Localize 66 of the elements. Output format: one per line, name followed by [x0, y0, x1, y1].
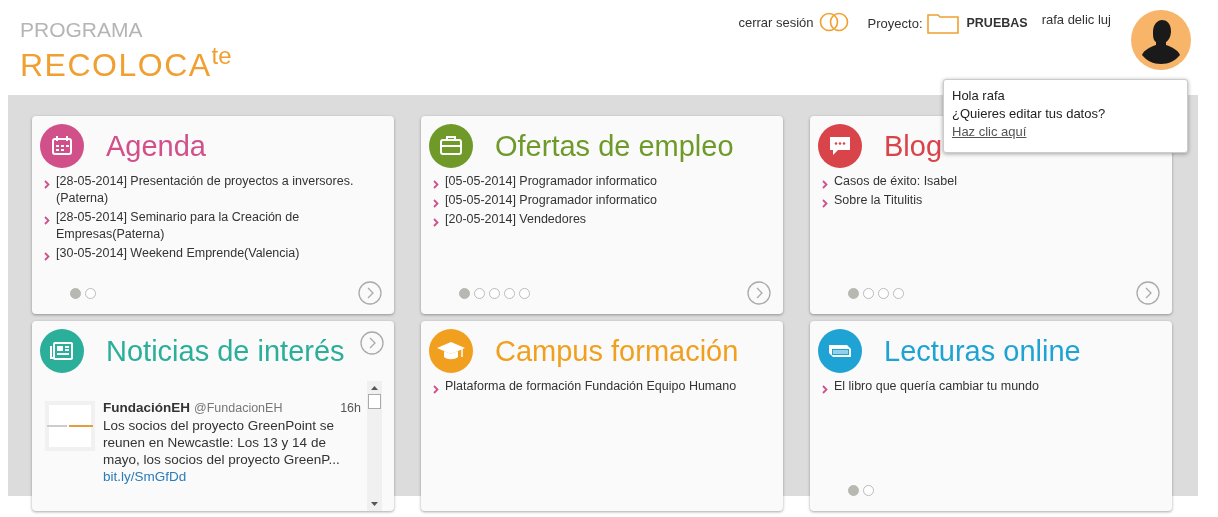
logout-link[interactable]: cerrar sesión: [738, 14, 814, 30]
scrollbar[interactable]: [367, 381, 382, 511]
project-label: Proyecto:: [867, 15, 923, 31]
book-icon: [818, 329, 862, 373]
list-link[interactable]: Sobre la Titulitis: [834, 192, 923, 209]
list-link[interactable]: [20-05-2014] Vendedores: [445, 211, 587, 228]
page-dot[interactable]: [848, 484, 859, 496]
greeting-text: Hola rafa: [952, 88, 1006, 103]
page-dot[interactable]: [504, 287, 515, 299]
list-link[interactable]: [05-05-2014] Programador informatico: [445, 173, 657, 190]
chevron-icon: [44, 252, 50, 261]
next-button[interactable]: [360, 331, 384, 355]
chevron-icon: [822, 180, 828, 189]
tweet-text: Los socios del proyecto GreenPoint se reunen en Newcastle: Los 13 y 14 de mayo, los socios del proyecto GreenP...: [103, 417, 341, 468]
page-dot[interactable]: [474, 287, 485, 299]
chevron-icon: [433, 218, 439, 227]
list-link[interactable]: El libro que quería cambiar tu mundo: [834, 378, 1039, 395]
list-link[interactable]: [28-05-2014] Seminario para la Creación de Empresas(Paterna): [56, 209, 384, 243]
chevron-icon: [822, 199, 828, 208]
chevron-icon: [44, 216, 50, 225]
next-button[interactable]: [1136, 281, 1160, 305]
toggle-icon: [817, 12, 850, 32]
user-name: rafa delic luj: [1041, 12, 1111, 27]
logo-text: PROGRAMA: [20, 20, 144, 40]
edit-link[interactable]: Haz clic aquí: [952, 124, 1027, 139]
newspaper-icon: [40, 329, 84, 373]
tweet-handle: @FundacionEH: [194, 400, 283, 417]
list-link[interactable]: [05-05-2014] Programador informatico: [445, 192, 657, 209]
chevron-icon: [433, 199, 439, 208]
card-title[interactable]: Agenda: [106, 129, 206, 163]
page-dot[interactable]: [519, 287, 530, 299]
avatar-icon[interactable]: [1131, 10, 1191, 70]
graduation-cap-icon: [429, 329, 473, 373]
page-dot[interactable]: [893, 287, 904, 299]
folder-icon: [926, 12, 959, 34]
speech-bubble-icon: [818, 124, 862, 168]
chevron-icon: [44, 180, 50, 189]
next-button[interactable]: [747, 281, 771, 305]
list-link[interactable]: Plataforma de formación Fundación Equipo Humano: [445, 378, 737, 395]
page-dot[interactable]: [85, 287, 96, 299]
tweet-link[interactable]: bit.ly/SmGfDd: [103, 468, 361, 485]
scroll-down-icon[interactable]: [371, 502, 378, 507]
list-link[interactable]: [28-05-2014] Presentación de proyectos a inversores. (Paterna): [56, 173, 384, 207]
project-name: PRUEBAS: [966, 16, 1028, 30]
next-button[interactable]: [358, 281, 382, 305]
chevron-icon: [822, 385, 828, 394]
scroll-thumb[interactable]: [368, 394, 381, 409]
chevron-icon: [433, 180, 439, 189]
tweet-time: 16h: [340, 400, 361, 417]
calendar-icon: [40, 124, 84, 168]
scroll-up-icon[interactable]: [371, 385, 378, 390]
list-link[interactable]: [30-05-2014] Weekend Emprende(Valencia): [56, 245, 300, 262]
page-dot[interactable]: [459, 287, 470, 299]
page-dot[interactable]: [70, 287, 81, 299]
list-link[interactable]: Casos de éxito: Isabel: [834, 173, 957, 190]
card-title[interactable]: Blog: [884, 129, 943, 163]
page-dot[interactable]: [489, 287, 500, 299]
page-dot[interactable]: [878, 287, 889, 299]
page-dot[interactable]: [863, 287, 874, 299]
page-dot[interactable]: [848, 287, 859, 299]
briefcase-icon: [429, 124, 473, 168]
logo-title: RECOLOCA$^{te}$: [20, 41, 232, 81]
question-text: ¿Quieres editar tus datos?: [952, 106, 1107, 121]
tweet-author: FundaciónEH: [103, 399, 190, 416]
page-dot[interactable]: [863, 484, 874, 496]
chevron-icon: [433, 385, 439, 394]
